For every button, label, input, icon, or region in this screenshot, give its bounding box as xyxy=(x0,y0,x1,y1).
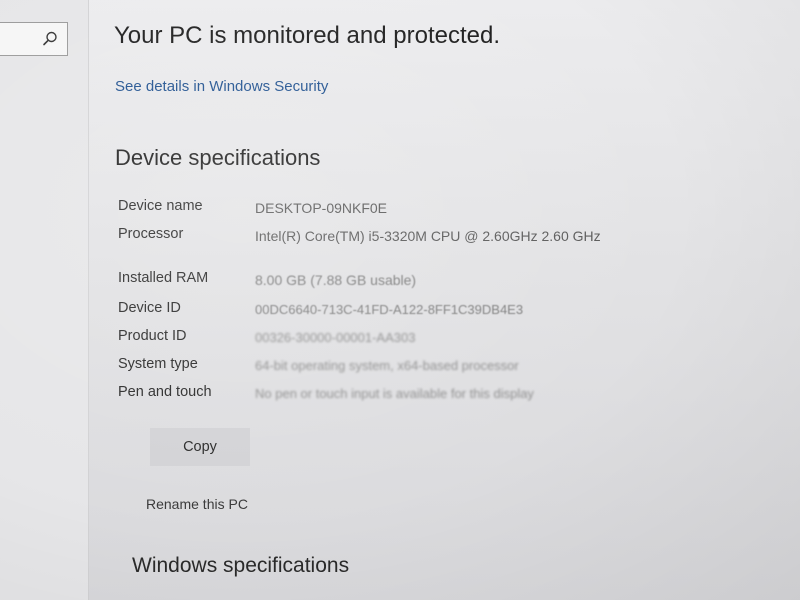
spec-value: Intel(R) Core(TM) i5-3320M CPU @ 2.60GHz… xyxy=(255,228,601,244)
device-specifications-table: Device name DESKTOP-09NKF0E Processor In… xyxy=(118,198,758,412)
spec-value: 00DC6640-713C-41FD-A122-8FF1C39DB4E3 xyxy=(255,302,524,317)
spec-value: DESKTOP-09NKF0E xyxy=(255,200,388,216)
spec-row-processor: Processor Intel(R) Core(TM) i5-3320M CPU… xyxy=(118,226,758,276)
spec-label: System type xyxy=(118,356,198,372)
spec-row-device-id: Device ID 00DC6640-713C-41FD-A122-8FF1C3… xyxy=(118,300,758,328)
windows-security-link[interactable]: See details in Windows Security xyxy=(115,78,328,95)
spec-value: No pen or touch input is available for t… xyxy=(255,386,534,401)
search-icon xyxy=(43,31,57,46)
security-status-title: Your PC is monitored and protected. xyxy=(114,22,501,49)
spec-label: Installed RAM xyxy=(118,270,209,286)
settings-sidebar xyxy=(0,0,89,600)
spec-row-product-id: Product ID 00326-30000-00001-AA303 xyxy=(118,328,758,356)
search-input[interactable] xyxy=(0,22,68,56)
spec-label: Product ID xyxy=(118,328,187,344)
spec-row-pen-and-touch: Pen and touch No pen or touch input is a… xyxy=(118,384,758,412)
spec-value: 64-bit operating system, x64-based proce… xyxy=(255,358,519,373)
spec-row-device-name: Device name DESKTOP-09NKF0E xyxy=(118,198,758,226)
device-specifications-heading: Device specifications xyxy=(115,145,321,170)
spec-label: Device name xyxy=(118,198,203,214)
copy-button[interactable]: Copy xyxy=(150,428,250,466)
spec-value: 00326-30000-00001-AA303 xyxy=(255,330,416,345)
settings-about-page: Your PC is monitored and protected. See … xyxy=(0,0,800,600)
spec-row-installed-ram: Installed RAM 8.00 GB (7.88 GB usable) xyxy=(118,270,758,298)
spec-label: Processor xyxy=(118,226,184,242)
windows-specifications-heading: Windows specifications xyxy=(132,554,350,577)
spec-value: 8.00 GB (7.88 GB usable) xyxy=(255,272,417,288)
spec-label: Device ID xyxy=(118,300,181,316)
spec-row-system-type: System type 64-bit operating system, x64… xyxy=(118,356,758,384)
rename-pc-button[interactable]: Rename this PC xyxy=(146,496,248,512)
spec-label: Pen and touch xyxy=(118,384,212,400)
main-content: Your PC is monitored and protected. See … xyxy=(112,0,792,600)
